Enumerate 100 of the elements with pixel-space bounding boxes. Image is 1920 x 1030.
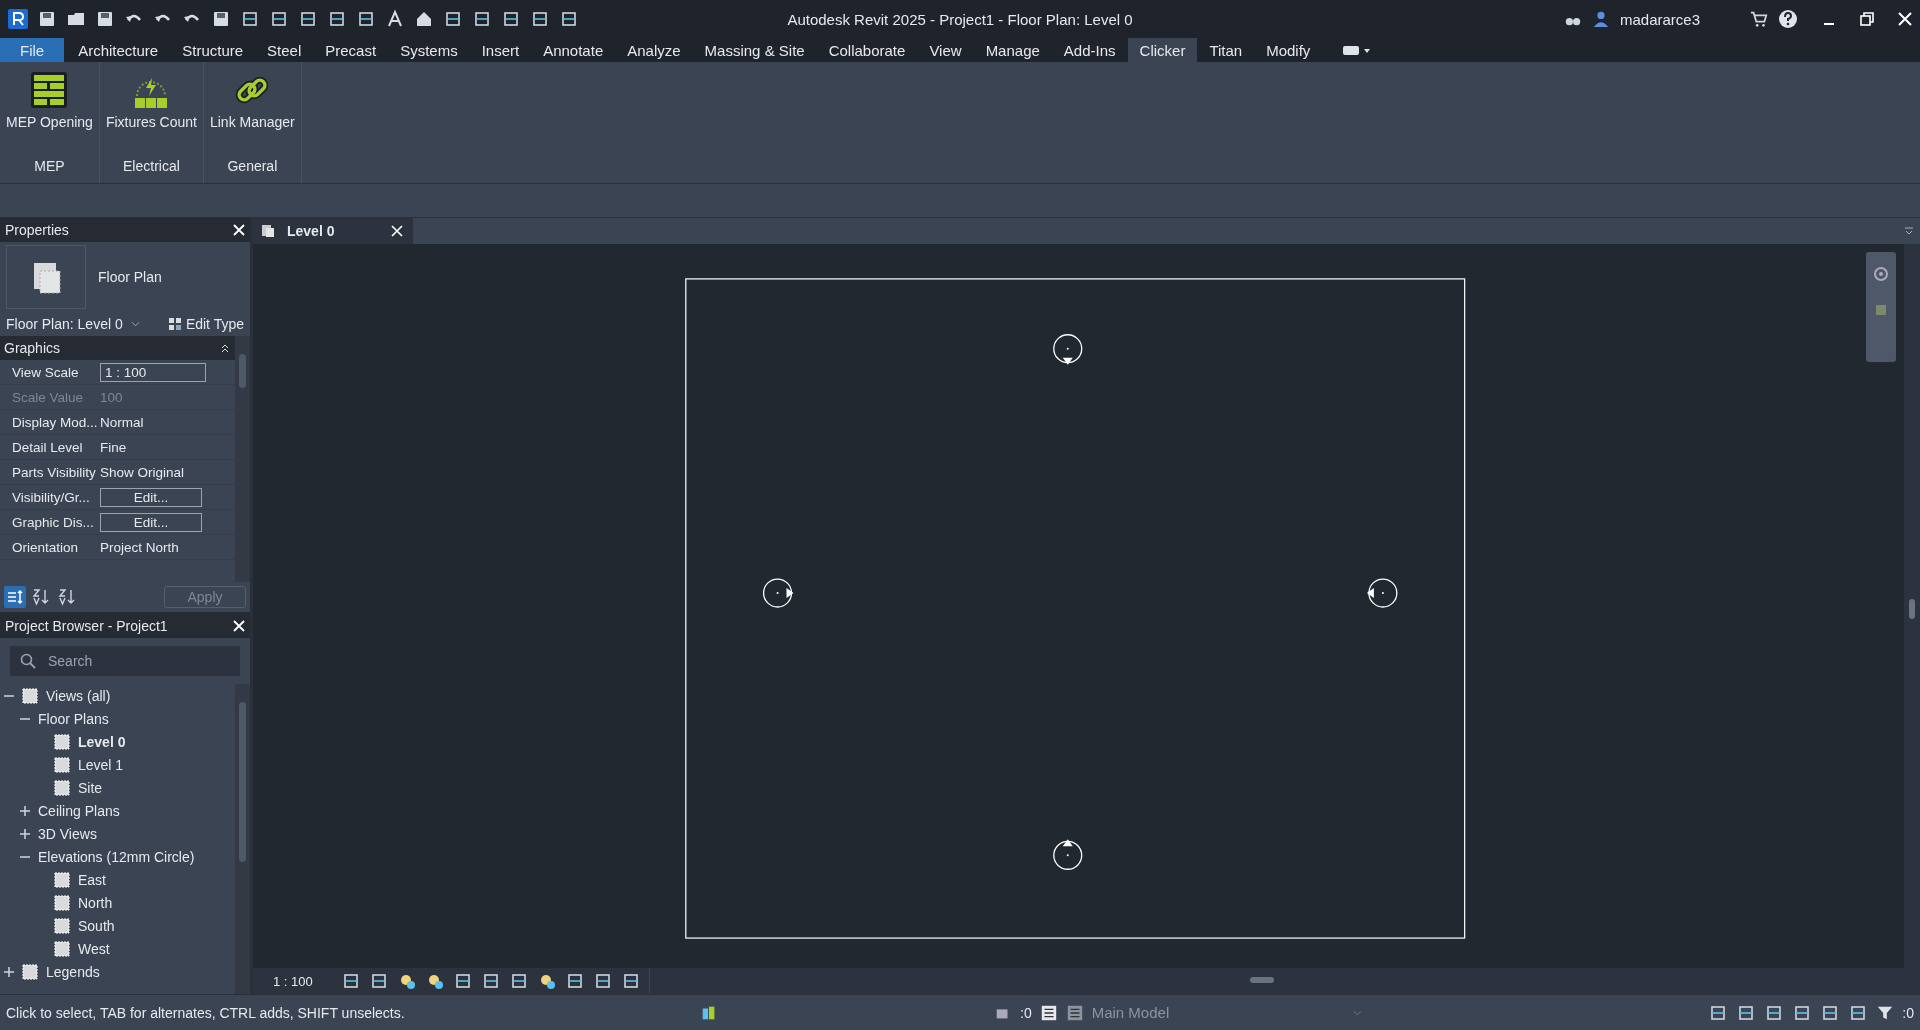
edit-type-icon [167,317,182,331]
house-icon[interactable] [414,9,434,29]
steering-wheel-icon[interactable] [1873,266,1889,282]
restore-icon[interactable] [1860,12,1874,26]
elevation-marker[interactable] [1366,578,1398,608]
close-icon[interactable] [233,620,245,632]
ribbon-tab[interactable]: File [0,38,65,62]
type-name[interactable]: Floor Plan [98,269,162,285]
user-name[interactable]: madararce3 [1619,10,1700,28]
editable-count: :0 [1020,1004,1032,1021]
elevation-marker[interactable] [1053,334,1083,365]
property-value[interactable]: Show Original [100,464,185,480]
view-icon [54,779,70,796]
app-logo-icon[interactable] [8,9,28,29]
ribbon-tab[interactable]: Analyze [615,38,693,62]
property-name: Display Mod... [11,414,97,430]
tree-item[interactable]: West [78,940,110,957]
ribbon-tab[interactable]: Titan [1197,38,1255,62]
view-icon [22,963,38,980]
scrollbar-thumb[interactable] [239,354,246,388]
help-icon[interactable] [1778,9,1798,29]
panel-title: Electrical [122,157,181,176]
tree-item[interactable]: Level 0 [78,733,126,750]
edit-button[interactable]: Edit... [100,512,202,532]
tree-item[interactable]: North [78,894,113,911]
view-scale[interactable]: 1 : 100 [273,973,313,989]
ribbon-tab[interactable]: View [917,38,974,62]
property-value: 100 [100,389,123,405]
property-value[interactable]: Fine [100,439,127,455]
ribbon-tab[interactable]: Modify [1254,38,1323,62]
view-icon [22,687,38,704]
elevation-marker[interactable] [1053,839,1083,870]
ribbon-button[interactable]: Fixtures Count [99,62,203,149]
ribbon-tab[interactable]: Architecture [66,38,171,62]
ribbon-tab[interactable]: Steel [255,38,314,62]
text-icon[interactable] [385,9,405,29]
categorize-icon[interactable] [4,586,26,608]
tree-item[interactable]: Ceiling Plans [38,802,120,819]
cart-icon[interactable] [1750,10,1768,28]
ribbon-tab[interactable]: Structure [170,38,256,62]
panel-title: Project Browser - Project1 [5,618,168,634]
property-value[interactable]: Normal [100,414,144,430]
scrollbar-thumb[interactable] [1909,599,1915,619]
ribbon-tab[interactable]: Massing & Site [692,38,817,62]
expand-icon[interactable] [20,828,30,839]
property-value[interactable]: Project North [100,539,179,555]
panel-title: General [226,157,279,176]
collapse-section-icon[interactable] [221,343,229,353]
elevation-marker[interactable] [762,578,794,608]
expand-icon[interactable] [4,966,14,977]
ribbon-button[interactable]: MEP Opening [0,62,99,149]
tree-item[interactable]: 3D Views [38,825,97,842]
tree-item[interactable]: Site [78,779,103,796]
document-tab[interactable]: Level 0 [253,218,413,244]
search-field[interactable]: Search [10,646,240,676]
floor-plan-icon [261,224,275,238]
brick-wall-icon [29,70,70,110]
view-icon [54,733,70,750]
ribbon-tab[interactable]: Precast [313,38,389,62]
tree-item[interactable]: South [78,917,115,934]
section-header[interactable]: Graphics [4,340,61,356]
scrollbar-thumb[interactable] [1249,977,1274,983]
ribbon-tab[interactable]: Manage [973,38,1052,62]
property-name: Detail Level [11,439,84,455]
property-name: Visibility/Gr... [11,489,91,505]
view-icon [54,871,70,888]
tree-item[interactable]: Floor Plans [38,710,109,727]
ribbon-tab[interactable]: Collaborate [816,38,918,62]
ribbon-button[interactable]: Link Manager [203,62,301,149]
ribbon-tab[interactable]: Systems [388,38,470,62]
ribbon-tab[interactable]: Add-Ins [1051,38,1128,62]
scrollbar-thumb[interactable] [239,702,246,862]
tree-item[interactable]: East [78,871,106,888]
tree-item[interactable]: Elevations (12mm Circle) [38,848,195,865]
close-icon[interactable] [391,225,403,237]
instance-dropdown[interactable]: Floor Plan: Level 0 [6,316,140,332]
scale-field[interactable]: 1 : 100 [100,362,206,382]
close-icon[interactable] [1898,12,1912,26]
property-name: Graphic Dis... [11,514,95,530]
ribbon-tab[interactable]: Clicker [1127,38,1198,62]
property-name: View Scale [11,364,80,380]
edit-type-button[interactable]: Edit Type [167,316,244,332]
tree-item[interactable]: Views (all) [46,687,111,704]
search-icon [20,653,36,669]
expand-icon[interactable] [20,805,30,816]
edit-button[interactable]: Edit... [100,487,202,507]
close-icon[interactable] [233,224,245,236]
chevron-down-icon [130,321,140,327]
ribbon-tab[interactable]: Annotate [531,38,616,62]
tree-item[interactable]: Legends [46,963,100,980]
ribbon-tab[interactable]: Insert [469,38,532,62]
tab-menu-icon[interactable] [1904,227,1914,235]
panel-title: Properties [5,222,69,238]
tree-item[interactable]: Level 1 [78,756,124,773]
filter-count: :0 [1902,1004,1914,1021]
view-icon [54,917,70,934]
user-icon[interactable] [1591,10,1610,28]
panel-title: MEP [33,157,66,176]
ribbon-toggle-icon[interactable] [1342,43,1373,57]
save-icon[interactable] [95,9,115,29]
